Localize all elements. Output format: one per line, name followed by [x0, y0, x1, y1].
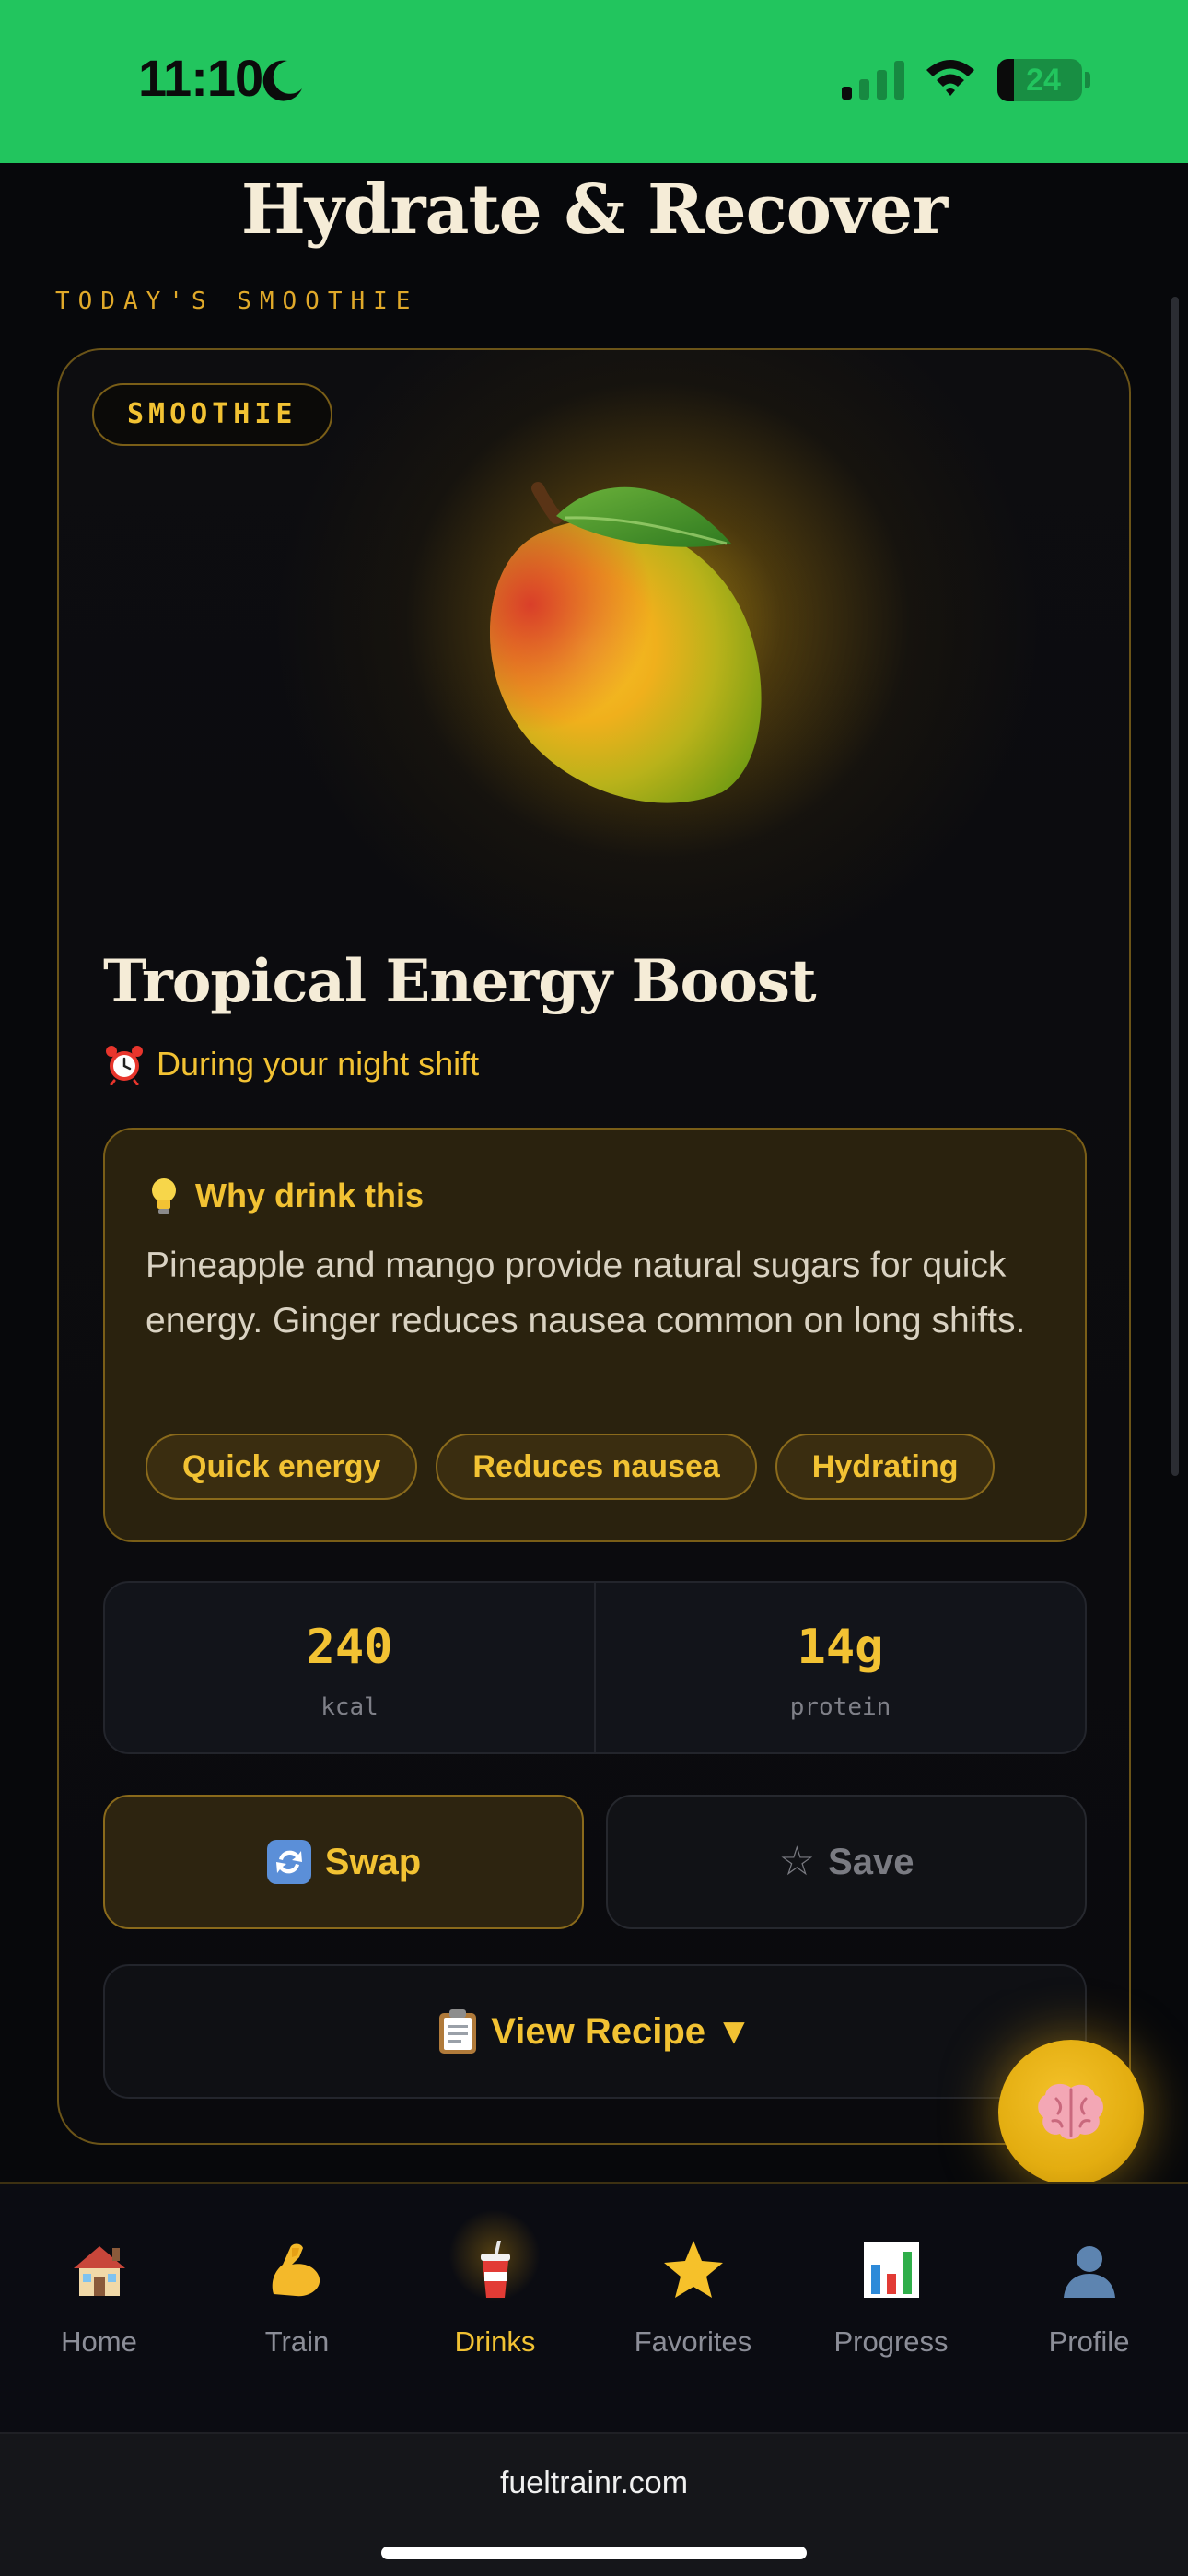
brain-icon	[1038, 2083, 1103, 2139]
benefit-tag: Quick energy	[146, 1434, 418, 1500]
scrollbar[interactable]	[1171, 297, 1179, 1476]
calories-value: 240	[306, 1620, 393, 1675]
tab-label: Profile	[1048, 2325, 1130, 2358]
cup-with-straw-icon	[480, 2241, 510, 2298]
bottom-tab-bar: Home Train Drinks Favorites Progress Pro…	[0, 2182, 1188, 2432]
why-title-text: Why drink this	[195, 1177, 425, 1214]
swap-button[interactable]: Swap	[103, 1795, 584, 1929]
drink-card: SMOOTHIE Tropical Energy Boost During yo…	[57, 348, 1131, 2145]
ai-assistant-button[interactable]	[998, 2040, 1144, 2185]
status-bar: 11:10 24	[0, 0, 1188, 163]
why-description: Pineapple and mango provide natural suga…	[146, 1246, 1026, 1341]
protein-value: 14g	[797, 1620, 884, 1675]
why-drink-panel: Why drink this Pineapple and mango provi…	[103, 1128, 1087, 1542]
mango-icon	[489, 482, 762, 803]
battery-icon: 24	[997, 59, 1082, 101]
category-badge: SMOOTHIE	[92, 383, 332, 446]
lightbulb-icon	[152, 1178, 176, 1214]
swap-arrows-icon	[266, 1840, 311, 1884]
view-recipe-label: View Recipe ▼	[491, 2010, 752, 2052]
swap-label: Swap	[324, 1841, 422, 1882]
tab-label: Home	[61, 2325, 137, 2358]
battery-level: 24	[1026, 63, 1061, 98]
why-title: Why drink this	[146, 1176, 424, 1216]
home-indicator[interactable]	[381, 2547, 807, 2559]
clipboard-icon	[439, 2009, 477, 2054]
section-label: TODAY'S SMOOTHIE	[55, 287, 419, 315]
nutrition-calories: 240 kcal	[105, 1583, 594, 1752]
moon-icon	[262, 60, 302, 101]
calories-unit: kcal	[320, 1693, 379, 1721]
tab-favorites[interactable]: Favorites	[594, 2237, 792, 2359]
star-icon	[663, 2241, 723, 2298]
save-label: Save	[828, 1841, 914, 1882]
star-outline-icon: ☆	[778, 1839, 816, 1884]
save-button[interactable]: ☆ Save	[606, 1795, 1087, 1929]
status-time: 11:10	[138, 49, 263, 107]
drink-name: Tropical Energy Boost	[103, 947, 816, 1016]
tab-label: Progress	[833, 2325, 949, 2358]
browser-url-bar[interactable]: fueltrainr.com	[0, 2432, 1188, 2576]
nutrition-protein: 14g protein	[594, 1583, 1085, 1752]
person-silhouette-icon	[1063, 2246, 1115, 2298]
protein-unit: protein	[789, 1693, 891, 1721]
tab-train[interactable]: Train	[198, 2237, 396, 2359]
bar-chart-icon	[863, 2242, 919, 2298]
flexed-biceps-icon	[272, 2243, 320, 2297]
benefit-tags: Quick energy Reduces nausea Hydrating	[146, 1434, 996, 1500]
tab-profile[interactable]: Profile	[990, 2237, 1188, 2359]
benefit-tag: Hydrating	[775, 1434, 996, 1500]
tab-home[interactable]: Home	[0, 2237, 198, 2359]
nutrition-summary: 240 kcal 14g protein	[103, 1581, 1087, 1754]
tab-label: Drinks	[454, 2325, 536, 2358]
drink-timing-text: During your night shift	[157, 1045, 480, 1083]
benefit-tag: Reduces nausea	[436, 1434, 757, 1500]
tab-drinks[interactable]: Drinks	[396, 2209, 594, 2359]
wifi-icon	[926, 60, 974, 96]
drink-timing: During your night shift	[103, 1043, 479, 1085]
alarm-clock-icon	[106, 1046, 143, 1085]
tab-label: Favorites	[634, 2325, 752, 2358]
tab-progress[interactable]: Progress	[792, 2237, 990, 2359]
view-recipe-button[interactable]: View Recipe ▼	[103, 1964, 1087, 2099]
page-title: Hydrate & Recover	[240, 170, 948, 250]
house-icon	[73, 2246, 125, 2296]
url-text[interactable]: fueltrainr.com	[0, 2465, 1188, 2501]
cellular-signal-icon	[842, 61, 904, 100]
tab-label: Train	[264, 2325, 330, 2358]
